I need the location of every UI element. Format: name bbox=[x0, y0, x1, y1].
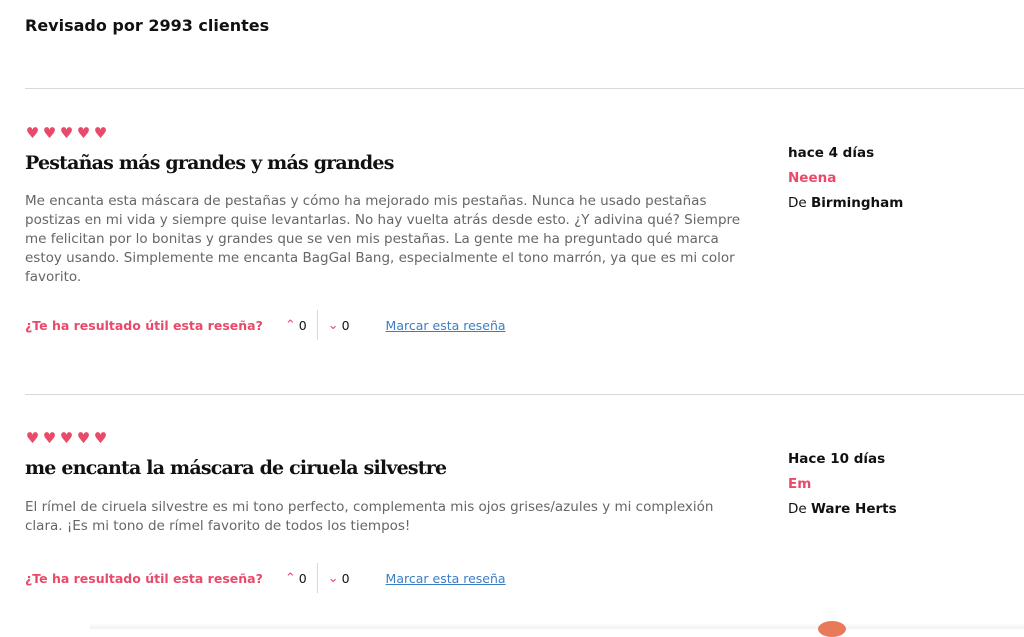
heart-icon: ♥ bbox=[76, 429, 91, 447]
review-title: Pestañas más grandes y más grandes bbox=[25, 152, 394, 174]
location-name: Birmingham bbox=[811, 195, 904, 211]
upvote-count: 0 bbox=[298, 570, 307, 586]
review-date: hace 4 días bbox=[788, 145, 875, 161]
review-card: ♥ ♥ ♥ ♥ ♥ me encanta la máscara de cirue… bbox=[25, 394, 1024, 629]
heart-icon: ♥ bbox=[59, 429, 74, 447]
heart-icon: ♥ bbox=[25, 429, 40, 447]
heart-icon: ♥ bbox=[42, 429, 57, 447]
flag-review-link[interactable]: Marcar esta reseña bbox=[386, 318, 506, 333]
location-prefix: De bbox=[788, 195, 807, 211]
review-meta: hace 4 días Neena De Birmingham bbox=[788, 145, 903, 211]
rating-hearts: ♥ ♥ ♥ ♥ ♥ bbox=[25, 126, 108, 141]
heart-icon: ♥ bbox=[25, 124, 40, 142]
review-title: me encanta la máscara de ciruela silvest… bbox=[25, 457, 447, 479]
review-location: De Ware Herts bbox=[788, 501, 897, 517]
review-body: El rímel de ciruela silvestre es mi tono… bbox=[25, 499, 714, 534]
review-author: Neena bbox=[788, 170, 837, 186]
helpful-question: ¿Te ha resultado útil esta reseña? bbox=[25, 317, 263, 333]
upvote-button[interactable]: ⌃ 0 bbox=[285, 571, 307, 586]
heart-icon: ♥ bbox=[93, 124, 108, 142]
location-prefix: De bbox=[788, 501, 807, 517]
location-name: Ware Herts bbox=[811, 501, 897, 517]
heart-icon: ♥ bbox=[76, 124, 91, 142]
rating-hearts: ♥ ♥ ♥ ♥ ♥ bbox=[25, 431, 108, 446]
review-meta: Hace 10 días Em De Ware Herts bbox=[788, 451, 897, 517]
review-date: Hace 10 días bbox=[788, 451, 886, 467]
downvote-count: 0 bbox=[341, 317, 350, 333]
chat-widget-edge[interactable] bbox=[818, 621, 846, 637]
upvote-count: 0 bbox=[298, 317, 307, 333]
vote-divider bbox=[316, 310, 318, 340]
chevron-down-icon: ⌄ bbox=[327, 570, 339, 586]
vote-divider bbox=[316, 563, 318, 593]
upvote-button[interactable]: ⌃ 0 bbox=[285, 318, 307, 333]
review-location: De Birmingham bbox=[788, 195, 903, 211]
review-author: Em bbox=[788, 476, 812, 492]
helpful-question: ¿Te ha resultado útil esta reseña? bbox=[25, 570, 263, 586]
flag-review-link[interactable]: Marcar esta reseña bbox=[386, 571, 506, 586]
chevron-down-icon: ⌄ bbox=[327, 317, 339, 333]
chevron-up-icon: ⌃ bbox=[284, 317, 296, 333]
reviews-summary: Revisado por 2993 clientes bbox=[25, 16, 270, 35]
helpful-row: ¿Te ha resultado útil esta reseña? ⌃ 0 ⌄… bbox=[25, 563, 506, 593]
heart-icon: ♥ bbox=[93, 429, 108, 447]
heart-icon: ♥ bbox=[42, 124, 57, 142]
chevron-up-icon: ⌃ bbox=[284, 570, 296, 586]
heart-icon: ♥ bbox=[59, 124, 74, 142]
review-card: ♥ ♥ ♥ ♥ ♥ Pestañas más grandes y más gra… bbox=[25, 88, 1024, 394]
downvote-button[interactable]: ⌄ 0 bbox=[328, 571, 350, 586]
footer-shadow bbox=[90, 623, 1024, 629]
downvote-count: 0 bbox=[341, 570, 350, 586]
helpful-row: ¿Te ha resultado útil esta reseña? ⌃ 0 ⌄… bbox=[25, 310, 506, 340]
review-body: Me encanta esta máscara de pestañas y có… bbox=[25, 193, 741, 285]
downvote-button[interactable]: ⌄ 0 bbox=[328, 318, 350, 333]
